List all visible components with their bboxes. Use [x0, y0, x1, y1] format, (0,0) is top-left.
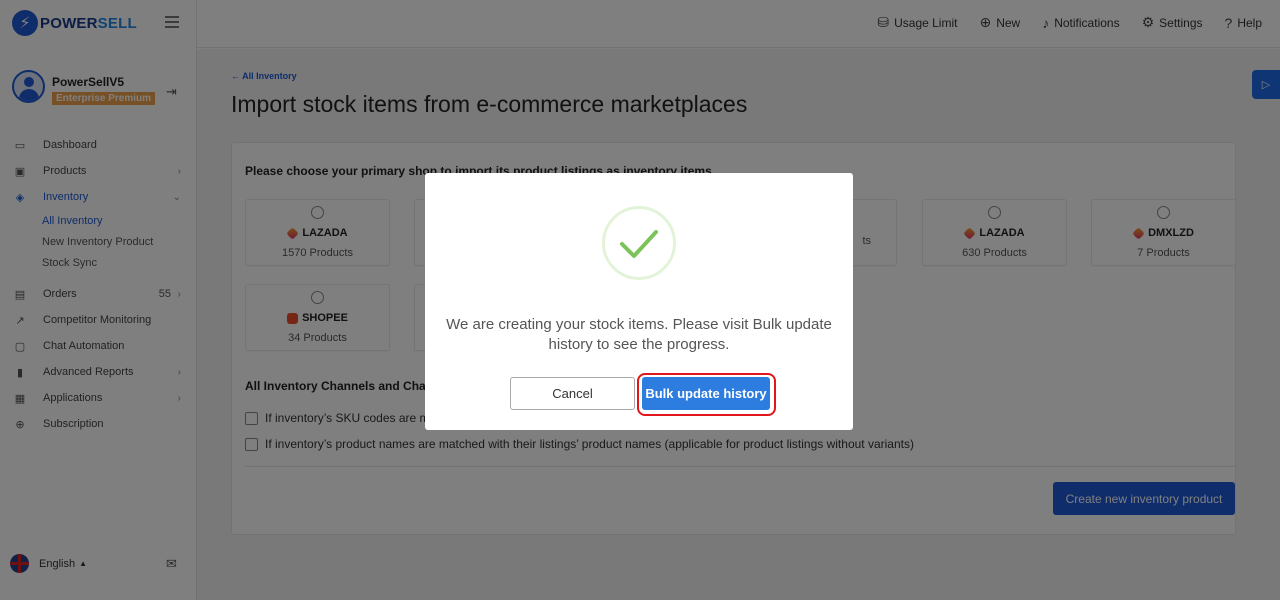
bulk-update-history-button[interactable]: Bulk update history [642, 377, 770, 410]
cancel-button[interactable]: Cancel [510, 377, 635, 410]
success-check-icon [602, 206, 676, 280]
modal-message: We are creating your stock items. Please… [446, 316, 832, 353]
